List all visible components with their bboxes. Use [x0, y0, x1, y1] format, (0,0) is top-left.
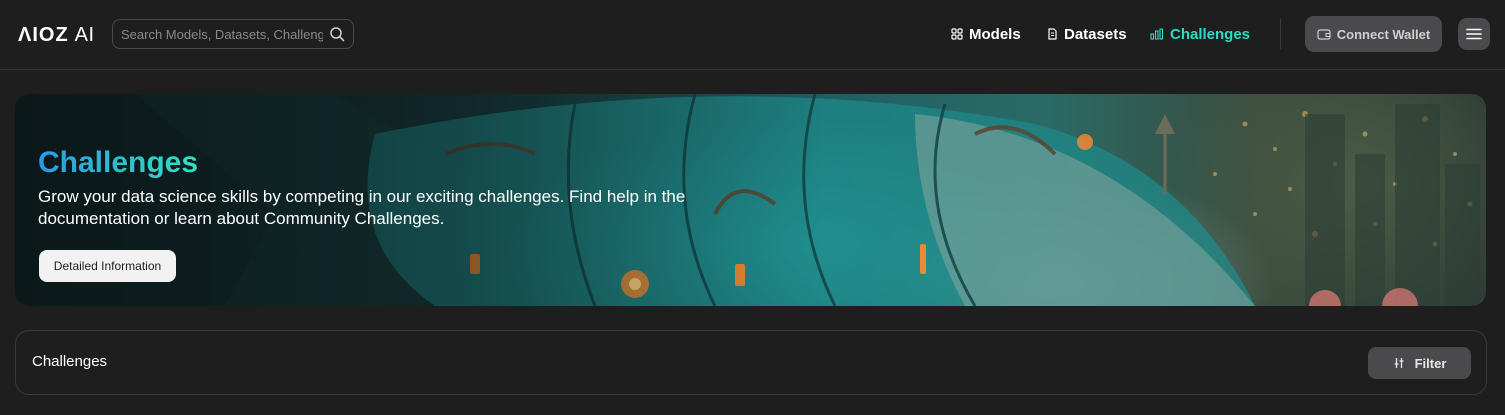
- logo-suffix: AI: [74, 23, 95, 46]
- connect-wallet-label: Connect Wallet: [1336, 26, 1431, 42]
- logo-mark: ΛIOZ: [18, 23, 69, 46]
- menu-button[interactable]: [1458, 18, 1490, 50]
- nav-challenges[interactable]: Challenges: [1150, 24, 1250, 44]
- nav-models[interactable]: Models: [951, 24, 1021, 44]
- hero-description: Grow your data science skills by competi…: [38, 187, 686, 228]
- header-divider: [1280, 19, 1281, 49]
- brand-logo[interactable]: ΛIOZ AI: [18, 22, 95, 48]
- hero-title: Challenges: [38, 146, 199, 179]
- connect-wallet-button[interactable]: Connect Wallet: [1305, 16, 1442, 52]
- search-input[interactable]: [121, 26, 323, 42]
- filter-label: Filter: [1414, 355, 1447, 371]
- search-icon[interactable]: [329, 26, 345, 42]
- hamburger-menu-icon: [1466, 28, 1482, 40]
- challenges-panel: Challenges Filter: [15, 330, 1487, 395]
- detailed-information-button[interactable]: Detailed Information: [39, 250, 176, 282]
- panel-title: Challenges: [32, 353, 108, 370]
- filter-button[interactable]: Filter: [1368, 347, 1471, 379]
- hero-banner: Challenges Grow your data science skills…: [15, 94, 1486, 306]
- file-icon: [1048, 28, 1057, 40]
- nav-models-label: Models: [969, 25, 1021, 43]
- sliders-icon: [1394, 358, 1404, 368]
- nav-datasets-label: Datasets: [1064, 25, 1127, 43]
- nav-datasets[interactable]: Datasets: [1046, 24, 1127, 44]
- wallet-icon: [1317, 29, 1331, 40]
- search-box: [112, 19, 354, 49]
- nav-challenges-label: Challenges: [1170, 25, 1251, 43]
- grid-icon: [951, 28, 963, 40]
- top-header: ΛIOZ AI Models Datasets Cha: [0, 0, 1505, 70]
- bar-chart-icon: [1150, 28, 1164, 40]
